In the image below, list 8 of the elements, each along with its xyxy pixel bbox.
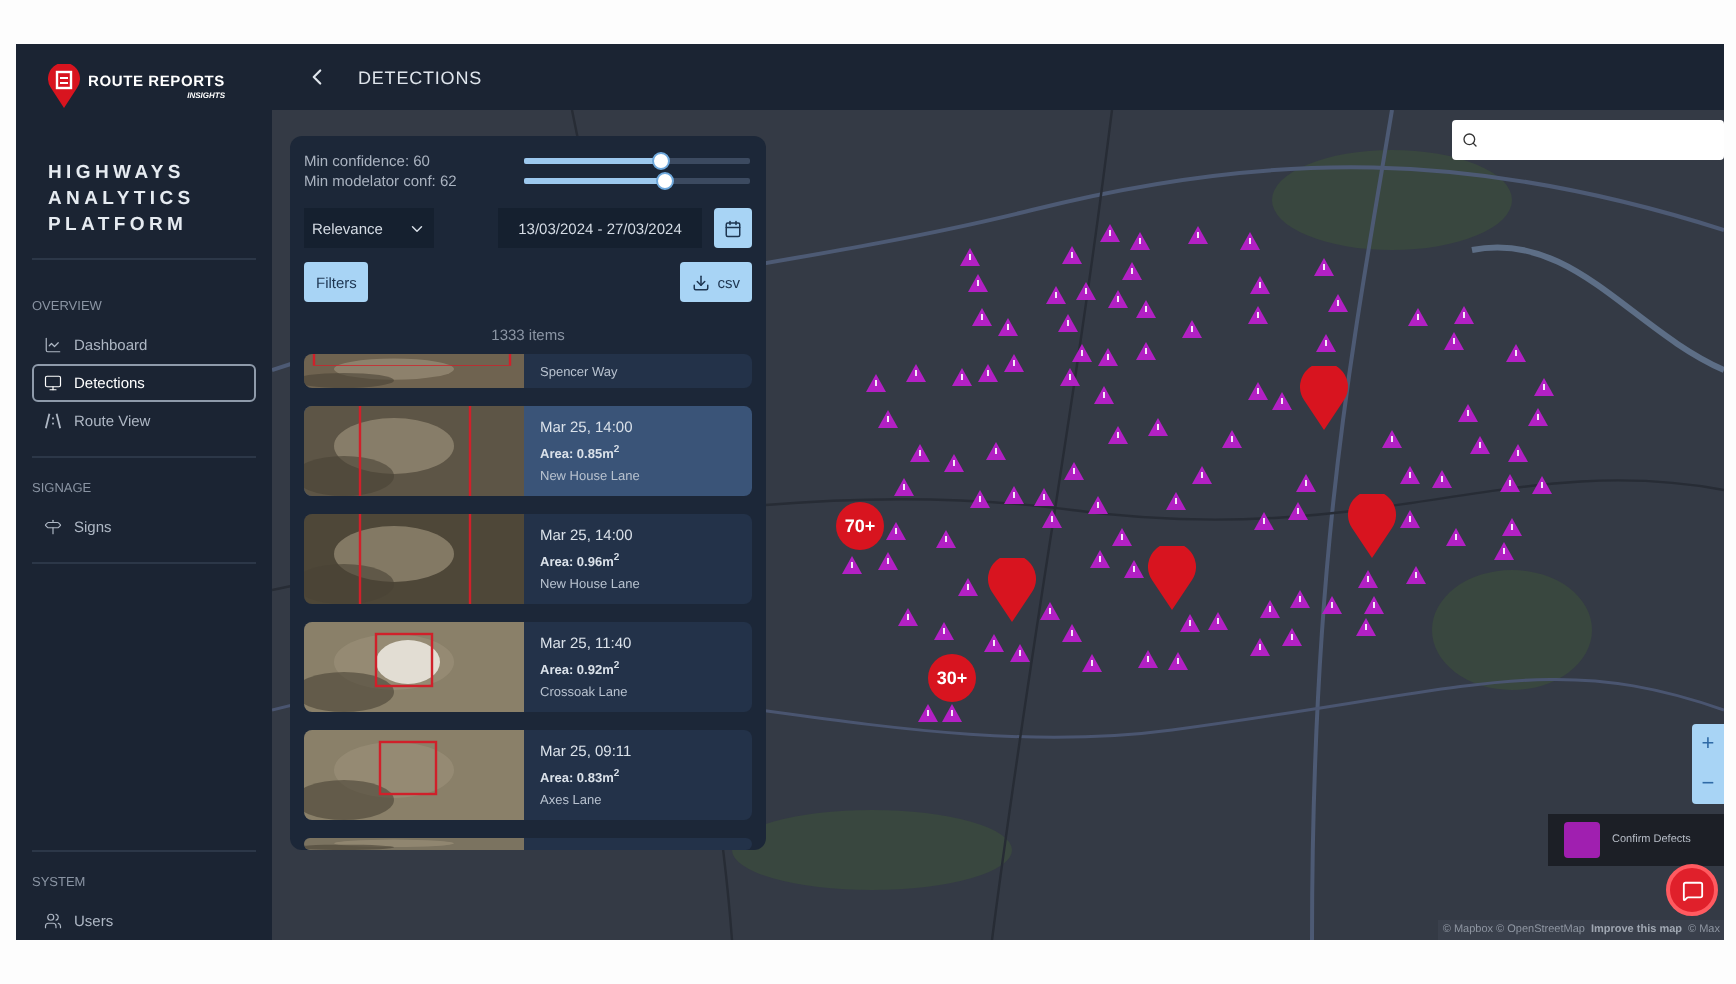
logo-pin-icon [48,64,80,108]
line-chart-icon [44,336,62,354]
monitor-icon [44,374,62,392]
road-icon [44,412,62,430]
page-title: DETECTIONS [358,67,483,87]
signpost-icon [44,518,62,536]
platform-title: HIGHWAYS ANALYTICS PLATFORM [48,160,197,238]
users-icon [44,912,62,930]
